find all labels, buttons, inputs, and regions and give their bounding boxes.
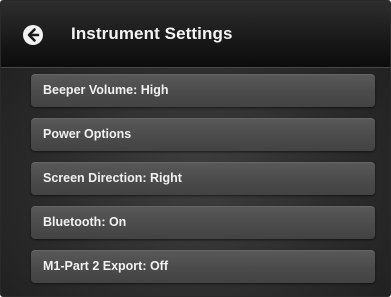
header-bar: Instrument Settings [1, 1, 390, 68]
bluetooth-button[interactable]: Bluetooth: On [31, 206, 375, 239]
m1-part2-export-button[interactable]: M1-Part 2 Export: Off [31, 250, 375, 283]
menu-item-label: M1-Part 2 Export: Off [43, 259, 169, 273]
power-options-button[interactable]: Power Options [31, 118, 375, 151]
menu-item-label: Beeper Volume: High [43, 83, 169, 97]
screen-direction-button[interactable]: Screen Direction: Right [31, 162, 375, 195]
menu-item-label: Power Options [43, 127, 132, 141]
page-title: Instrument Settings [71, 24, 233, 43]
menu-item-label: Screen Direction: Right [43, 171, 182, 185]
back-arrow-icon [23, 25, 43, 45]
back-button[interactable] [14, 11, 51, 57]
back-arrow-glyph [27, 28, 40, 42]
beeper-volume-button[interactable]: Beeper Volume: High [31, 74, 375, 107]
menu-item-label: Bluetooth: On [43, 215, 127, 229]
device-screen: Instrument Settings Beeper Volume: High … [0, 0, 391, 297]
